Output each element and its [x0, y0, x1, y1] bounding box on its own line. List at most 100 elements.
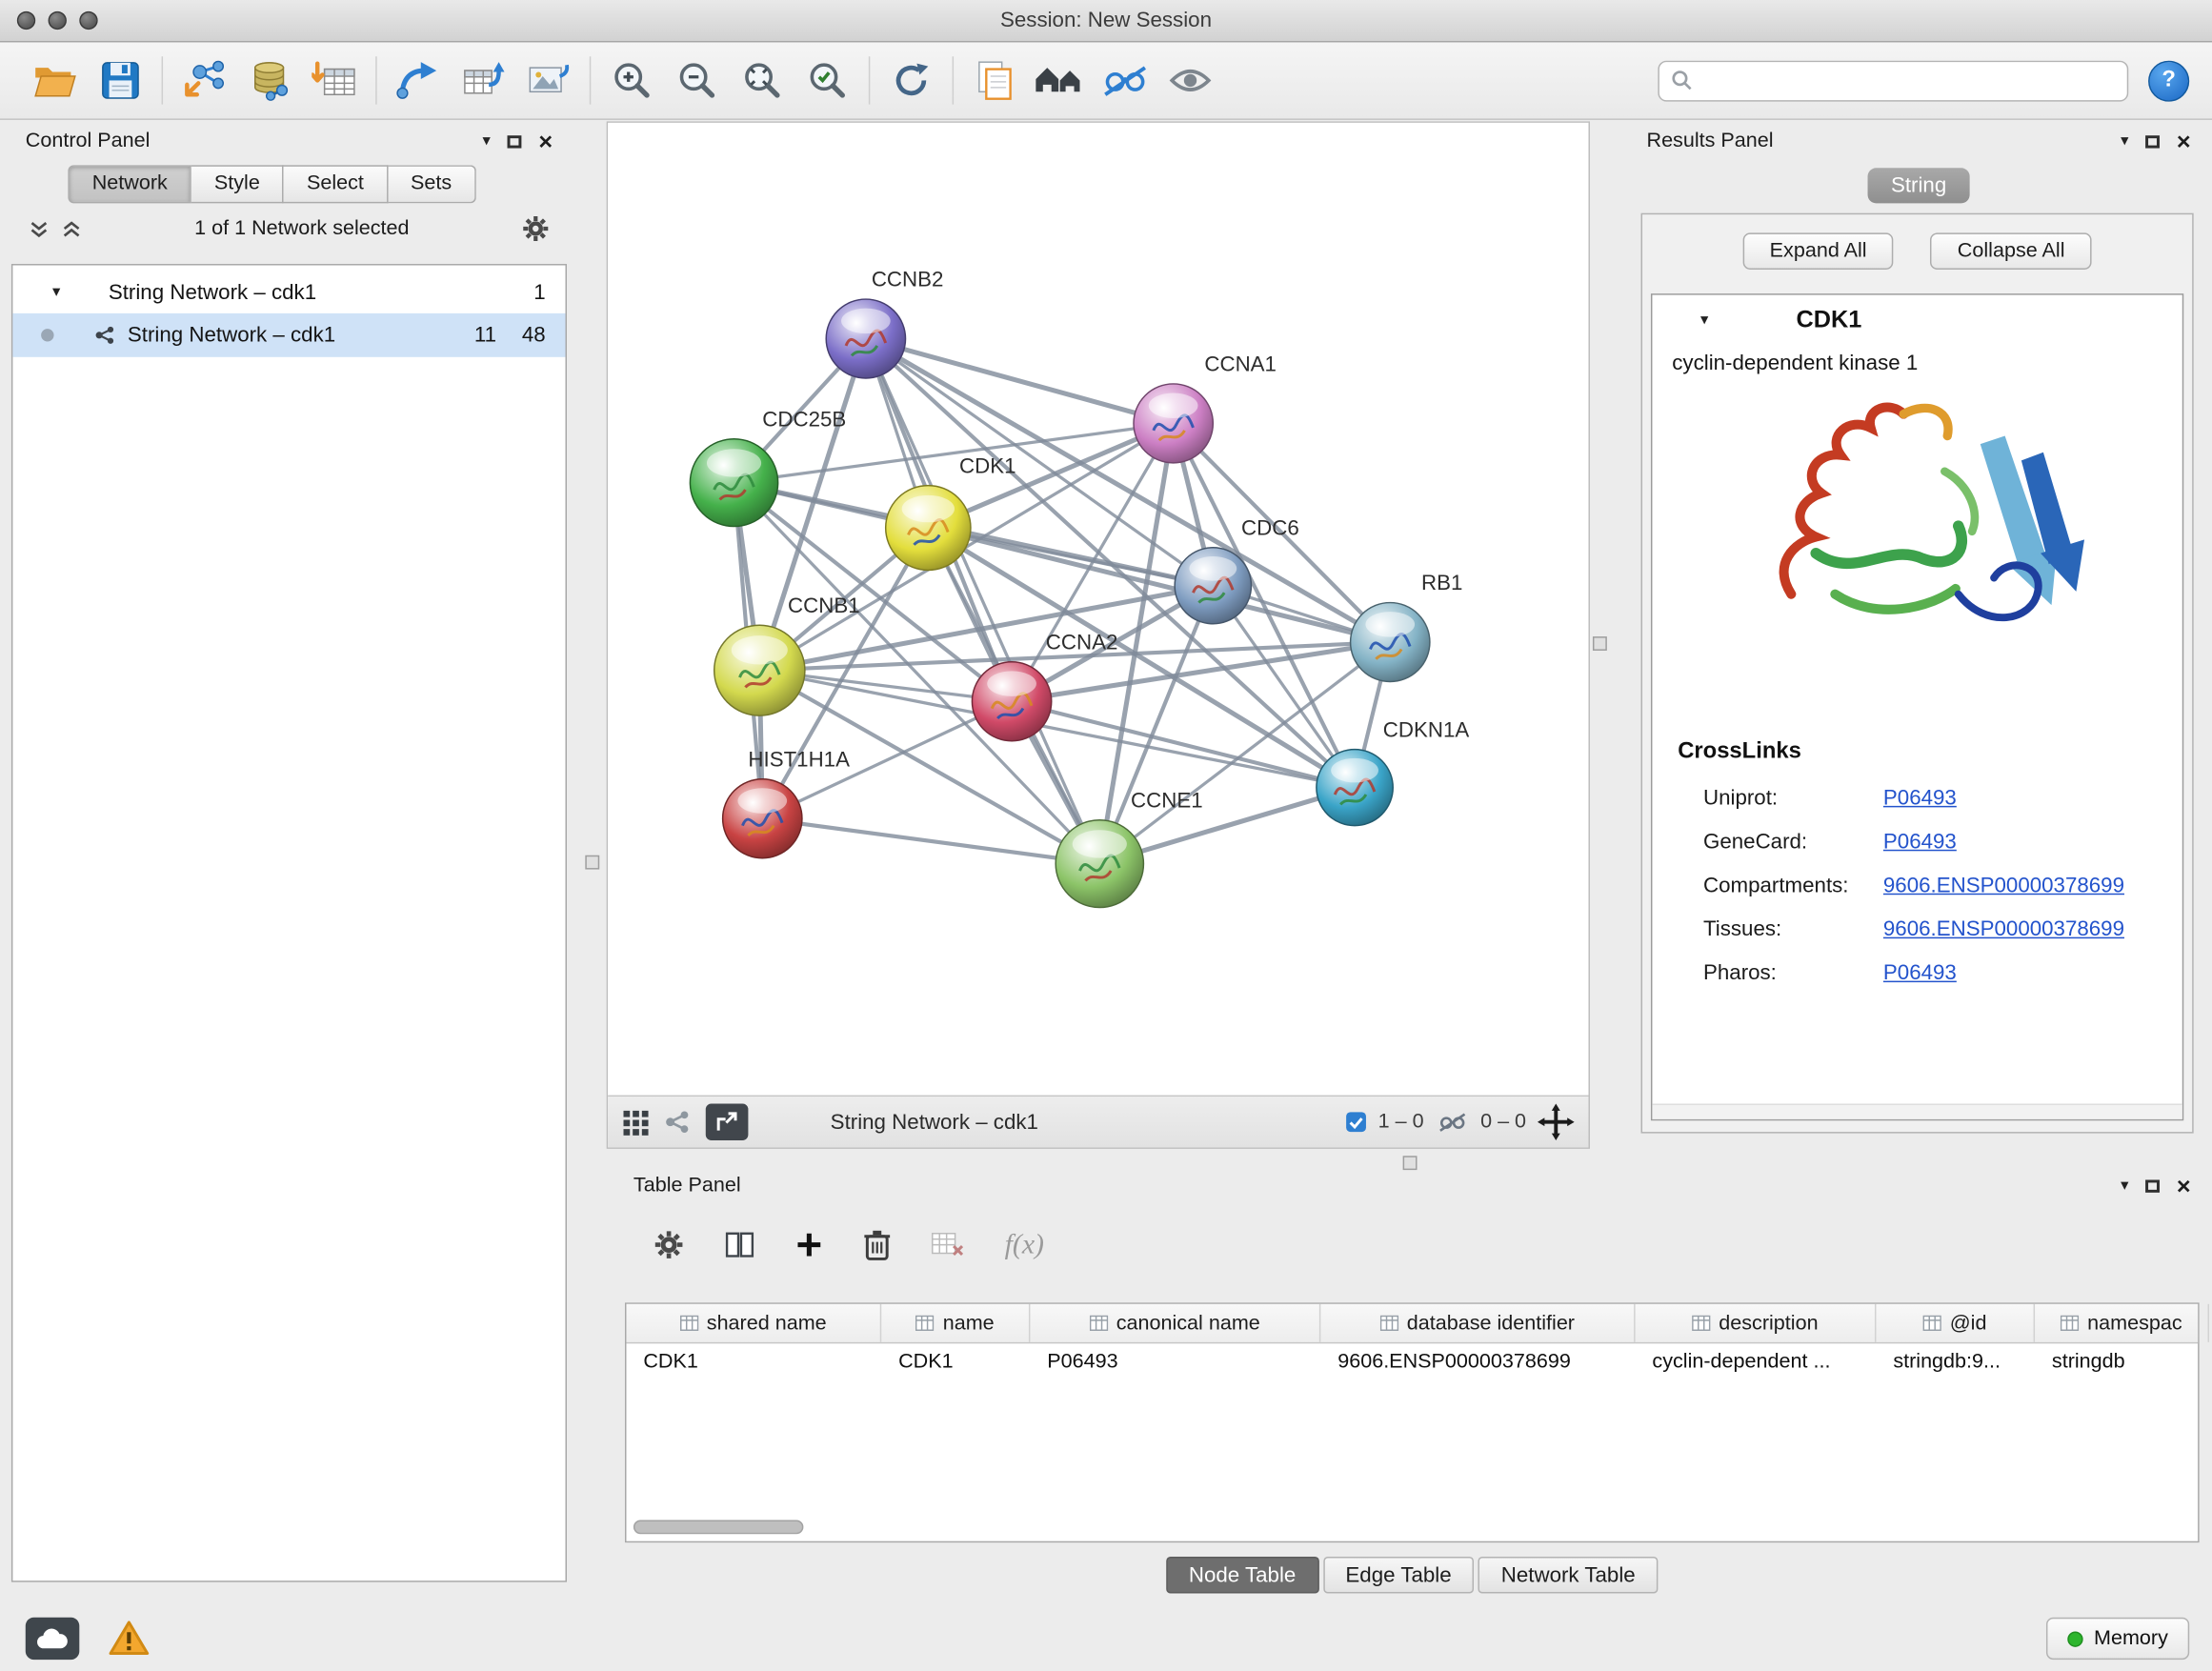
pan-crosshair-icon[interactable] — [1538, 1103, 1575, 1140]
network-node-ccnb1[interactable] — [714, 625, 805, 715]
column-header-description[interactable]: description — [1636, 1304, 1877, 1342]
expander-icon[interactable]: ▾ — [52, 285, 60, 300]
tab-sets[interactable]: Sets — [388, 165, 475, 203]
zoom-in-button[interactable] — [599, 50, 664, 111]
panel-menu-icon[interactable]: ▾ — [2121, 133, 2128, 149]
tab-style[interactable]: Style — [191, 165, 284, 203]
network-node-rb1[interactable] — [1351, 603, 1430, 682]
panel-close-icon[interactable]: × — [2177, 130, 2191, 153]
birdseye-view-icon[interactable] — [663, 1109, 692, 1135]
new-network-icon — [395, 59, 441, 101]
hidden-glasses-icon[interactable] — [1435, 1111, 1469, 1134]
table-options-gear-icon[interactable] — [654, 1229, 685, 1260]
network-node-cdkn1a[interactable] — [1317, 750, 1393, 826]
selected-checkbox-icon[interactable] — [1344, 1111, 1367, 1134]
panel-float-icon[interactable] — [508, 134, 522, 147]
import-network-database-button[interactable] — [236, 50, 301, 111]
delete-column-trash-icon[interactable] — [863, 1228, 892, 1262]
search-box — [1658, 60, 2128, 101]
panel-close-icon[interactable]: × — [538, 130, 553, 153]
memory-button[interactable]: Memory — [2045, 1618, 2189, 1660]
import-network-file-button[interactable] — [171, 50, 236, 111]
show-columns-icon[interactable] — [724, 1231, 755, 1259]
window-close-button[interactable] — [17, 11, 35, 30]
column-header-name[interactable]: name — [881, 1304, 1030, 1342]
zoom-selected-button[interactable] — [794, 50, 859, 111]
help-button[interactable]: ? — [2148, 60, 2189, 101]
panel-float-icon[interactable] — [2145, 134, 2160, 147]
duplicate-document-button[interactable] — [962, 50, 1027, 111]
zoom-out-button[interactable] — [665, 50, 730, 111]
tab-network[interactable]: Network — [68, 165, 191, 203]
crosslink-pharos-link[interactable]: P06493 — [1883, 961, 1957, 985]
network-node-ccne1[interactable] — [1056, 820, 1143, 908]
column-header-id[interactable]: @id — [1876, 1304, 2035, 1342]
cloud-status-button[interactable] — [26, 1618, 80, 1660]
refresh-view-button[interactable] — [878, 50, 943, 111]
crosslink-genecard-link[interactable]: P06493 — [1883, 830, 1957, 854]
add-column-icon[interactable] — [794, 1231, 823, 1259]
network-list-item[interactable]: String Network – cdk1 11 48 — [12, 313, 565, 357]
network-collection-row[interactable]: ▾ String Network – cdk1 1 — [12, 271, 565, 312]
network-options-gear-icon[interactable] — [521, 214, 550, 243]
panel-menu-icon[interactable]: ▾ — [483, 133, 491, 149]
splitter-handle[interactable] — [585, 856, 599, 870]
show-panels-button[interactable] — [1157, 50, 1222, 111]
network-edge[interactable] — [759, 339, 866, 671]
network-node-ccnb2[interactable] — [826, 299, 905, 378]
expand-all-icon[interactable] — [61, 219, 82, 237]
tab-edge-table[interactable]: Edge Table — [1323, 1557, 1475, 1594]
window-minimize-button[interactable] — [49, 11, 67, 30]
network-label: String Network – cdk1 — [128, 323, 335, 347]
network-edge[interactable] — [866, 339, 1099, 864]
delete-table-icon[interactable] — [931, 1231, 965, 1259]
scrollbar-thumb[interactable] — [633, 1520, 804, 1534]
zoom-fit-button[interactable] — [730, 50, 794, 111]
tab-select[interactable]: Select — [284, 165, 388, 203]
tab-network-table[interactable]: Network Table — [1478, 1557, 1659, 1594]
network-node-ccna1[interactable] — [1134, 384, 1213, 463]
export-image-button[interactable] — [515, 50, 580, 111]
column-header-shared-name[interactable]: shared name — [626, 1304, 881, 1342]
collapse-all-icon[interactable] — [29, 219, 50, 237]
home-button[interactable] — [1027, 50, 1092, 111]
panel-float-icon[interactable] — [2145, 1179, 2160, 1192]
tab-string[interactable]: String — [1868, 168, 1969, 203]
column-header-namespace[interactable]: namespac — [2035, 1304, 2209, 1342]
network-node-cdk1[interactable] — [886, 486, 971, 571]
tab-node-table[interactable]: Node Table — [1166, 1557, 1318, 1594]
network-from-selection-button[interactable] — [386, 50, 451, 111]
crosslink-compartments-link[interactable]: 9606.ENSP00000378699 — [1883, 874, 2124, 897]
gene-expander-icon[interactable]: ▾ — [1700, 312, 1708, 328]
network-node-hist1h1a[interactable] — [723, 779, 802, 858]
open-session-button[interactable] — [23, 50, 88, 111]
window-zoom-button[interactable] — [79, 11, 97, 30]
panel-close-icon[interactable]: × — [2177, 1174, 2191, 1198]
network-node-cdc6[interactable] — [1175, 548, 1251, 624]
crosslink-tissues-link[interactable]: 9606.ENSP00000378699 — [1883, 917, 2124, 941]
network-node-ccna2[interactable] — [972, 662, 1051, 741]
crosslink-uniprot-link[interactable]: P06493 — [1883, 786, 1957, 810]
expand-all-button[interactable]: Expand All — [1742, 232, 1893, 270]
network-canvas[interactable]: CCNB2CCNA1CDC25BCDK1CDC6RB1CCNB1CCNA2CDK… — [608, 123, 1588, 1096]
panel-menu-icon[interactable]: ▾ — [2121, 1178, 2128, 1193]
table-row[interactable]: CDK1 CDK1 P06493 9606.ENSP00000378699 cy… — [626, 1343, 2198, 1380]
import-table-button[interactable] — [302, 50, 367, 111]
network-edge[interactable] — [762, 818, 1099, 863]
column-header-database-identifier[interactable]: database identifier — [1320, 1304, 1635, 1342]
export-view-button[interactable] — [706, 1103, 749, 1140]
export-table-button[interactable] — [451, 50, 515, 111]
collapse-all-button[interactable]: Collapse All — [1931, 232, 2092, 270]
hide-panels-button[interactable] — [1093, 50, 1157, 111]
network-node-cdc25b[interactable] — [690, 439, 777, 527]
function-builder-button[interactable]: f(x) — [1005, 1229, 1044, 1261]
results-scrollbar[interactable] — [1652, 1103, 2182, 1118]
save-session-button[interactable] — [88, 50, 152, 111]
grid-view-icon[interactable] — [622, 1109, 649, 1136]
main-toolbar: ? — [0, 42, 2212, 119]
splitter-handle[interactable] — [1593, 636, 1607, 651]
search-input[interactable] — [1658, 60, 2128, 101]
warning-button[interactable] — [108, 1619, 151, 1663]
column-header-canonical-name[interactable]: canonical name — [1030, 1304, 1320, 1342]
crosslinks-title: CrossLinks — [1678, 739, 2182, 765]
